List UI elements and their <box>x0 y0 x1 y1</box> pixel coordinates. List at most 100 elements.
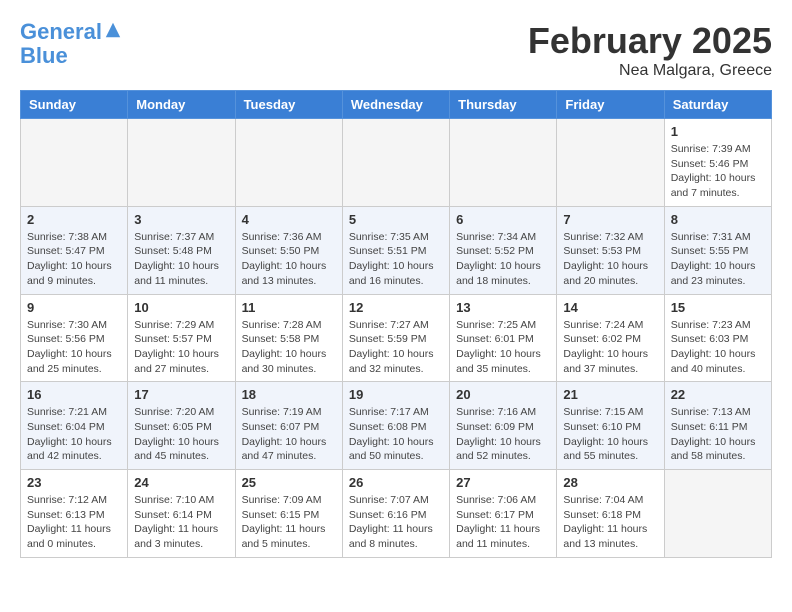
day-info: Sunrise: 7:23 AM Sunset: 6:03 PM Dayligh… <box>671 318 765 377</box>
day-number: 16 <box>27 387 121 402</box>
calendar-cell: 9 Sunrise: 7:30 AM Sunset: 5:56 PM Daylig… <box>21 294 128 382</box>
day-number: 13 <box>456 300 550 315</box>
day-info: Sunrise: 7:04 AM Sunset: 6:18 PM Dayligh… <box>563 493 657 552</box>
page-header: General Blue February 2025 Nea Malgara, … <box>20 20 772 80</box>
calendar-cell: 13 Sunrise: 7:25 AM Sunset: 6:01 PM Dayli… <box>450 294 557 382</box>
logo-text: General <box>20 20 102 44</box>
day-info: Sunrise: 7:13 AM Sunset: 6:11 PM Dayligh… <box>671 405 765 464</box>
calendar-cell: 17 Sunrise: 7:20 AM Sunset: 6:05 PM Dayli… <box>128 382 235 470</box>
calendar-cell: 14 Sunrise: 7:24 AM Sunset: 6:02 PM Dayli… <box>557 294 664 382</box>
day-info: Sunrise: 7:17 AM Sunset: 6:08 PM Dayligh… <box>349 405 443 464</box>
calendar-cell: 3 Sunrise: 7:37 AM Sunset: 5:48 PM Daylig… <box>128 206 235 294</box>
day-number: 12 <box>349 300 443 315</box>
day-number: 20 <box>456 387 550 402</box>
calendar-cell: 4 Sunrise: 7:36 AM Sunset: 5:50 PM Daylig… <box>235 206 342 294</box>
day-number: 4 <box>242 212 336 227</box>
day-number: 5 <box>349 212 443 227</box>
day-number: 8 <box>671 212 765 227</box>
weekday-monday: Monday <box>128 91 235 119</box>
day-info: Sunrise: 7:36 AM Sunset: 5:50 PM Dayligh… <box>242 230 336 289</box>
day-info: Sunrise: 7:24 AM Sunset: 6:02 PM Dayligh… <box>563 318 657 377</box>
week-row-3: 9 Sunrise: 7:30 AM Sunset: 5:56 PM Daylig… <box>21 294 772 382</box>
weekday-thursday: Thursday <box>450 91 557 119</box>
logo-blue-text: Blue <box>20 44 122 68</box>
day-number: 28 <box>563 475 657 490</box>
day-number: 21 <box>563 387 657 402</box>
day-number: 22 <box>671 387 765 402</box>
calendar-cell <box>128 119 235 207</box>
title-block: February 2025 Nea Malgara, Greece <box>528 20 772 80</box>
day-info: Sunrise: 7:07 AM Sunset: 6:16 PM Dayligh… <box>349 493 443 552</box>
day-info: Sunrise: 7:25 AM Sunset: 6:01 PM Dayligh… <box>456 318 550 377</box>
day-info: Sunrise: 7:29 AM Sunset: 5:57 PM Dayligh… <box>134 318 228 377</box>
location: Nea Malgara, Greece <box>528 62 772 80</box>
calendar-cell: 10 Sunrise: 7:29 AM Sunset: 5:57 PM Dayli… <box>128 294 235 382</box>
day-info: Sunrise: 7:34 AM Sunset: 5:52 PM Dayligh… <box>456 230 550 289</box>
weekday-sunday: Sunday <box>21 91 128 119</box>
day-info: Sunrise: 7:28 AM Sunset: 5:58 PM Dayligh… <box>242 318 336 377</box>
calendar-cell: 21 Sunrise: 7:15 AM Sunset: 6:10 PM Dayli… <box>557 382 664 470</box>
day-number: 18 <box>242 387 336 402</box>
weekday-friday: Friday <box>557 91 664 119</box>
day-number: 23 <box>27 475 121 490</box>
calendar-cell <box>342 119 449 207</box>
day-info: Sunrise: 7:10 AM Sunset: 6:14 PM Dayligh… <box>134 493 228 552</box>
day-number: 19 <box>349 387 443 402</box>
calendar-cell: 1 Sunrise: 7:39 AM Sunset: 5:46 PM Daylig… <box>664 119 771 207</box>
day-info: Sunrise: 7:27 AM Sunset: 5:59 PM Dayligh… <box>349 318 443 377</box>
calendar-cell: 11 Sunrise: 7:28 AM Sunset: 5:58 PM Dayli… <box>235 294 342 382</box>
day-number: 24 <box>134 475 228 490</box>
day-info: Sunrise: 7:06 AM Sunset: 6:17 PM Dayligh… <box>456 493 550 552</box>
calendar-cell: 27 Sunrise: 7:06 AM Sunset: 6:17 PM Dayli… <box>450 470 557 558</box>
calendar-cell: 8Sunrise: 7:31 AM Sunset: 5:55 PM Daylig… <box>664 206 771 294</box>
day-number: 14 <box>563 300 657 315</box>
weekday-saturday: Saturday <box>664 91 771 119</box>
logo-icon <box>104 21 122 39</box>
calendar-cell: 25Sunrise: 7:09 AM Sunset: 6:15 PM Dayli… <box>235 470 342 558</box>
calendar-cell: 5Sunrise: 7:35 AM Sunset: 5:51 PM Daylig… <box>342 206 449 294</box>
day-info: Sunrise: 7:16 AM Sunset: 6:09 PM Dayligh… <box>456 405 550 464</box>
calendar-cell <box>21 119 128 207</box>
day-number: 2 <box>27 212 121 227</box>
weekday-tuesday: Tuesday <box>235 91 342 119</box>
week-row-2: 2 Sunrise: 7:38 AM Sunset: 5:47 PM Daylig… <box>21 206 772 294</box>
day-info: Sunrise: 7:38 AM Sunset: 5:47 PM Dayligh… <box>27 230 121 289</box>
day-info: Sunrise: 7:09 AM Sunset: 6:15 PM Dayligh… <box>242 493 336 552</box>
day-info: Sunrise: 7:19 AM Sunset: 6:07 PM Dayligh… <box>242 405 336 464</box>
month-title: February 2025 <box>528 20 772 62</box>
day-number: 3 <box>134 212 228 227</box>
calendar-cell: 28 Sunrise: 7:04 AM Sunset: 6:18 PM Dayli… <box>557 470 664 558</box>
calendar-cell: 2 Sunrise: 7:38 AM Sunset: 5:47 PM Daylig… <box>21 206 128 294</box>
day-number: 27 <box>456 475 550 490</box>
calendar-cell: 16 Sunrise: 7:21 AM Sunset: 6:04 PM Dayli… <box>21 382 128 470</box>
day-number: 10 <box>134 300 228 315</box>
calendar-cell <box>557 119 664 207</box>
day-info: Sunrise: 7:39 AM Sunset: 5:46 PM Dayligh… <box>671 142 765 201</box>
calendar-cell: 6Sunrise: 7:34 AM Sunset: 5:52 PM Daylig… <box>450 206 557 294</box>
day-number: 7 <box>563 212 657 227</box>
day-info: Sunrise: 7:21 AM Sunset: 6:04 PM Dayligh… <box>27 405 121 464</box>
weekday-wednesday: Wednesday <box>342 91 449 119</box>
calendar-cell: 12 Sunrise: 7:27 AM Sunset: 5:59 PM Dayli… <box>342 294 449 382</box>
day-info: Sunrise: 7:12 AM Sunset: 6:13 PM Dayligh… <box>27 493 121 552</box>
day-number: 17 <box>134 387 228 402</box>
day-number: 9 <box>27 300 121 315</box>
calendar-cell: 18 Sunrise: 7:19 AM Sunset: 6:07 PM Dayli… <box>235 382 342 470</box>
day-info: Sunrise: 7:37 AM Sunset: 5:48 PM Dayligh… <box>134 230 228 289</box>
day-info: Sunrise: 7:20 AM Sunset: 6:05 PM Dayligh… <box>134 405 228 464</box>
day-info: Sunrise: 7:30 AM Sunset: 5:56 PM Dayligh… <box>27 318 121 377</box>
day-info: Sunrise: 7:32 AM Sunset: 5:53 PM Dayligh… <box>563 230 657 289</box>
day-info: Sunrise: 7:15 AM Sunset: 6:10 PM Dayligh… <box>563 405 657 464</box>
week-row-1: 1 Sunrise: 7:39 AM Sunset: 5:46 PM Daylig… <box>21 119 772 207</box>
day-number: 11 <box>242 300 336 315</box>
calendar-cell: 26Sunrise: 7:07 AM Sunset: 6:16 PM Dayli… <box>342 470 449 558</box>
calendar-cell: 15Sunrise: 7:23 AM Sunset: 6:03 PM Dayli… <box>664 294 771 382</box>
day-number: 1 <box>671 124 765 139</box>
week-row-5: 23 Sunrise: 7:12 AM Sunset: 6:13 PM Dayli… <box>21 470 772 558</box>
week-row-4: 16 Sunrise: 7:21 AM Sunset: 6:04 PM Dayli… <box>21 382 772 470</box>
calendar-cell: 20 Sunrise: 7:16 AM Sunset: 6:09 PM Dayli… <box>450 382 557 470</box>
calendar-cell: 23 Sunrise: 7:12 AM Sunset: 6:13 PM Dayli… <box>21 470 128 558</box>
logo: General Blue <box>20 20 122 68</box>
calendar-cell: 7 Sunrise: 7:32 AM Sunset: 5:53 PM Daylig… <box>557 206 664 294</box>
calendar-cell <box>450 119 557 207</box>
